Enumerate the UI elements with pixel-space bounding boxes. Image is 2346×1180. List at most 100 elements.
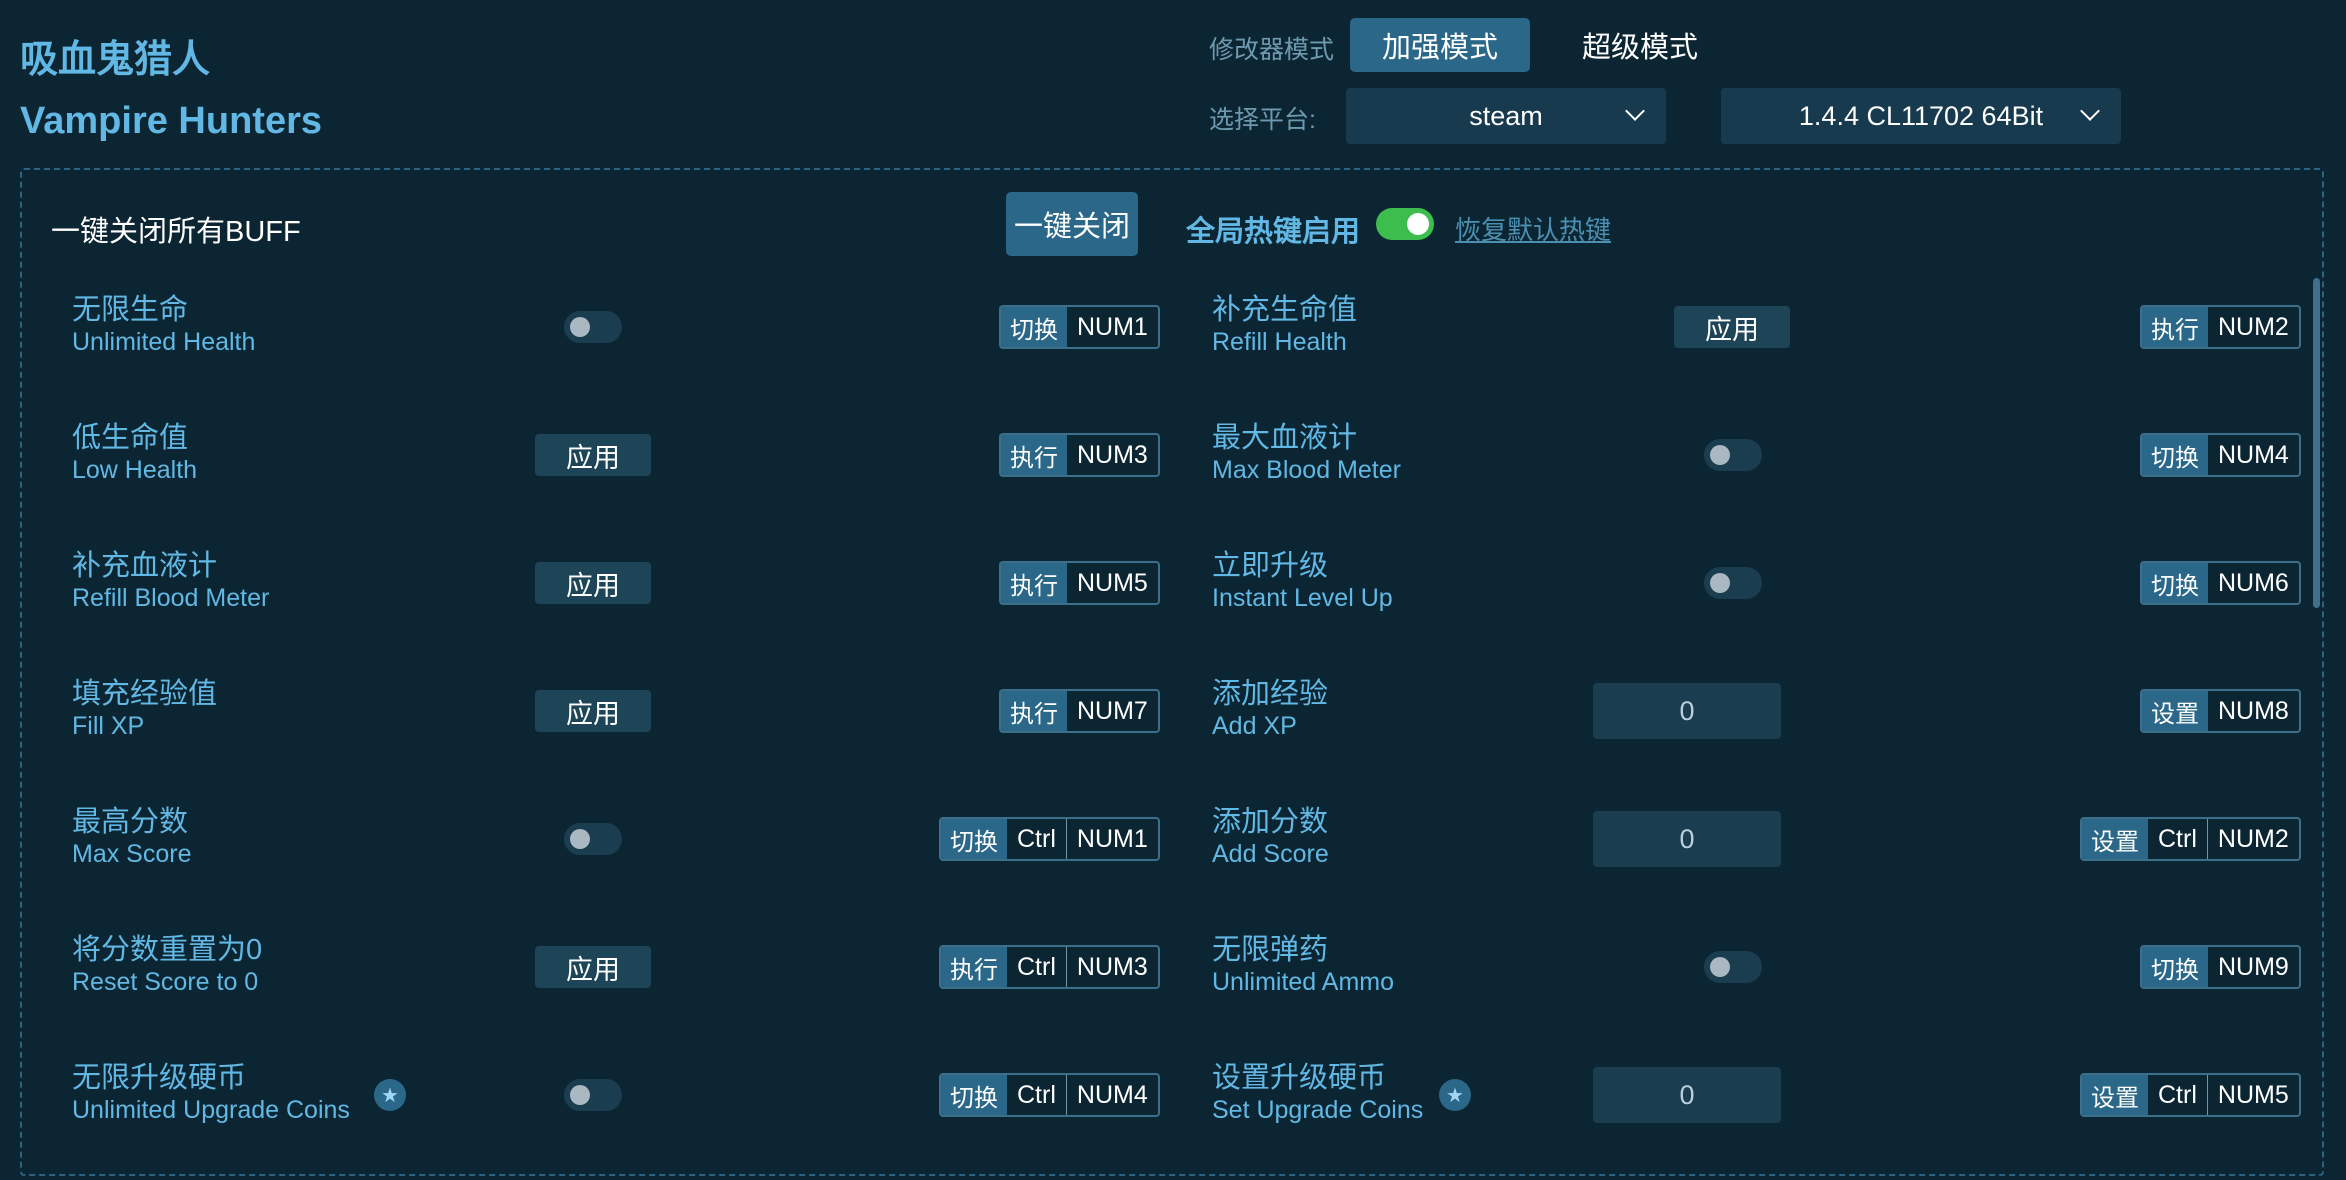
hotkey-chip[interactable]: 切换 Ctrl NUM1 (939, 817, 1160, 861)
mode-super-button[interactable]: 超级模式 (1560, 18, 1720, 72)
apply-button[interactable]: 应用 (535, 562, 651, 604)
cheats-panel (20, 168, 2324, 1176)
cheat-name-cn: 将分数重置为0 (72, 934, 263, 966)
hotkey-key: NUM2 (2206, 819, 2299, 859)
cheat-item-label: 添加经验 Add XP (1212, 677, 1328, 741)
toggle-knob (1710, 573, 1730, 593)
cheat-name-en: Max Blood Meter (1212, 456, 1401, 484)
hotkey-chip[interactable]: 设置 Ctrl NUM2 (2080, 817, 2301, 861)
chevron-down-icon (1625, 101, 1645, 121)
cheat-name-cn: 填充经验值 (72, 678, 218, 710)
cheat-toggle[interactable] (564, 823, 622, 855)
cheat-name-en: Instant Level Up (1212, 584, 1393, 612)
hotkey-chip[interactable]: 执行 NUM7 (999, 689, 1160, 733)
hotkey-chip[interactable]: 设置 Ctrl NUM5 (2080, 1073, 2301, 1117)
hotkey-chip[interactable]: 切换 NUM4 (2140, 433, 2301, 477)
hotkey-chip[interactable]: 执行 NUM3 (999, 433, 1160, 477)
app-title-en: Vampire Hunters (20, 100, 322, 142)
restore-default-hotkeys-link[interactable]: 恢复默认热键 (1455, 210, 1611, 247)
cheat-item-label: 补充血液计 Refill Blood Meter (72, 549, 269, 613)
buff-label: 一键关闭所有BUFF (51, 216, 301, 248)
platform-select[interactable]: steam (1346, 88, 1666, 144)
hotkey-chip[interactable]: 切换 NUM1 (999, 305, 1160, 349)
apply-button[interactable]: 应用 (535, 946, 651, 988)
scrollbar[interactable] (2313, 278, 2320, 608)
hotkey-key: Ctrl (1017, 824, 1056, 853)
hotkey-action: 切换 (941, 819, 1007, 859)
hotkey-chip[interactable]: 切换 NUM9 (2140, 945, 2301, 989)
cheat-toggle[interactable] (1704, 439, 1762, 471)
star-icon: ★ (374, 1079, 406, 1111)
hotkey-action: 设置 (2082, 1075, 2148, 1115)
hotkey-key: NUM4 (2218, 440, 2289, 469)
cheat-toggle[interactable] (564, 311, 622, 343)
chevron-down-icon (2080, 101, 2100, 121)
cheat-item-label: 无限生命 Unlimited Health (72, 293, 255, 357)
value-input[interactable]: 0 (1593, 1067, 1781, 1123)
hotkey-key: NUM5 (1077, 568, 1148, 597)
platform-label: 选择平台: (1209, 106, 1316, 134)
hotkey-chip[interactable]: 设置 NUM8 (2140, 689, 2301, 733)
cheat-name-cn: 补充生命值 (1212, 294, 1358, 326)
hotkey-chip[interactable]: 切换 NUM6 (2140, 561, 2301, 605)
cheat-name-cn: 无限弹药 (1212, 934, 1329, 966)
cheat-item-label: 将分数重置为0 Reset Score to 0 (72, 933, 262, 997)
value-input[interactable]: 0 (1593, 683, 1781, 739)
hotkey-key: NUM1 (1065, 819, 1158, 859)
cheat-item-label: 最大血液计 Max Blood Meter (1212, 421, 1401, 485)
hotkey-chip[interactable]: 执行 NUM5 (999, 561, 1160, 605)
hotkey-action: 切换 (941, 1075, 1007, 1115)
hotkey-key: Ctrl (1017, 1080, 1056, 1109)
hotkey-key: NUM3 (1065, 947, 1158, 987)
apply-button[interactable]: 应用 (1674, 306, 1790, 348)
cheat-toggle[interactable] (1704, 951, 1762, 983)
apply-button[interactable]: 应用 (535, 690, 651, 732)
global-hotkey-toggle[interactable] (1376, 208, 1434, 240)
hotkey-key: NUM9 (2218, 952, 2289, 981)
cheat-name-cn: 低生命值 (72, 422, 189, 454)
hotkey-key: Ctrl (2158, 824, 2197, 853)
hotkey-chip[interactable]: 执行 Ctrl NUM3 (939, 945, 1160, 989)
mode-label: 修改器模式 (1209, 36, 1335, 64)
version-select-value: 1.4.4 CL11702 64Bit (1798, 100, 2044, 131)
toggle-knob (1710, 445, 1730, 465)
cheat-item-label: 立即升级 Instant Level Up (1212, 549, 1393, 613)
hotkey-chip[interactable]: 执行 NUM2 (2140, 305, 2301, 349)
version-select[interactable]: 1.4.4 CL11702 64Bit (1721, 88, 2121, 144)
cheat-item-label: 补充生命值 Refill Health (1212, 293, 1357, 357)
cheat-name-en: Unlimited Upgrade Coins (72, 1096, 350, 1124)
cheat-item-label: 低生命值 Low Health (72, 421, 197, 485)
mode-enhanced-button[interactable]: 加强模式 (1350, 18, 1530, 72)
cheat-name-cn: 立即升级 (1212, 550, 1329, 582)
app-title-cn: 吸血鬼猎人 (20, 39, 211, 81)
hotkey-key: NUM2 (2218, 312, 2289, 341)
cheat-toggle[interactable] (1704, 567, 1762, 599)
hotkey-key: NUM3 (1077, 440, 1148, 469)
toggle-knob (570, 317, 590, 337)
close-all-button[interactable]: 一键关闭 (1006, 192, 1138, 256)
hotkey-action: 切换 (2142, 947, 2208, 987)
hotkey-key: NUM6 (2218, 568, 2289, 597)
value-input[interactable]: 0 (1593, 811, 1781, 867)
hotkey-key: Ctrl (2158, 1080, 2197, 1109)
hotkey-action: 切换 (1001, 307, 1067, 347)
cheat-toggle[interactable] (564, 1079, 622, 1111)
cheat-item-label: 填充经验值 Fill XP (72, 677, 217, 741)
cheat-name-cn: 无限升级硬币 (72, 1062, 247, 1094)
hotkey-action: 设置 (2082, 819, 2148, 859)
cheat-item-label: 无限弹药 Unlimited Ammo (1212, 933, 1394, 997)
cheat-name-cn: 最高分数 (72, 806, 189, 838)
cheat-name-cn: 添加经验 (1212, 678, 1329, 710)
trainer-window: 吸血鬼猎人 Vampire Hunters 修改器模式 加强模式 超级模式 选择… (0, 0, 2346, 1180)
hotkey-action: 执行 (2142, 307, 2208, 347)
cheat-name-en: Refill Blood Meter (72, 584, 270, 612)
apply-button[interactable]: 应用 (535, 434, 651, 476)
hotkey-key: NUM4 (1065, 1075, 1158, 1115)
cheat-item-label: 无限升级硬币 Unlimited Upgrade Coins (72, 1061, 350, 1125)
hotkey-key: Ctrl (1017, 952, 1056, 981)
hotkey-key: NUM1 (1077, 312, 1148, 341)
cheat-name-en: Add Score (1212, 840, 1329, 868)
star-icon: ★ (1439, 1079, 1471, 1111)
cheat-name-en: Unlimited Ammo (1212, 968, 1394, 996)
hotkey-chip[interactable]: 切换 Ctrl NUM4 (939, 1073, 1160, 1117)
